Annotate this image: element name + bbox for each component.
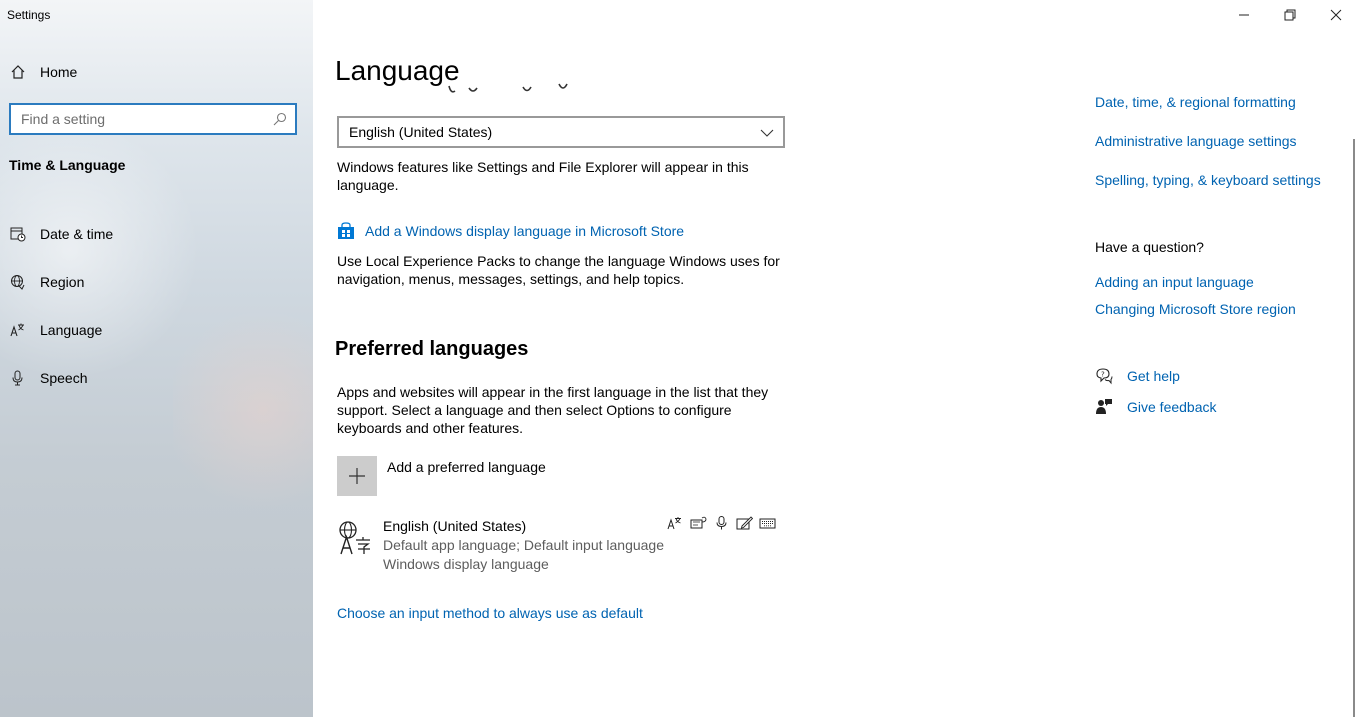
feedback-icon [1095, 398, 1113, 416]
chevron-down-icon [760, 126, 774, 140]
language-feature-icons [667, 516, 776, 530]
sidebar-item-speech[interactable]: Speech [0, 354, 313, 402]
display-language-description: Windows features like Settings and File … [337, 159, 749, 193]
minimize-icon [1239, 14, 1249, 16]
display-language-value: English (United States) [349, 124, 493, 140]
changing-store-region-link[interactable]: Changing Microsoft Store region [1095, 301, 1296, 317]
nav-home-label: Home [40, 64, 78, 80]
scrolled-heading-remnant [337, 78, 577, 94]
search-box[interactable] [9, 103, 297, 135]
keyboard-icon [759, 516, 776, 530]
preferred-languages-description: Apps and websites will appear in the fir… [337, 384, 769, 436]
add-preferred-language-label: Add a preferred language [387, 459, 546, 475]
get-help-link[interactable]: ? Get help [1095, 367, 1180, 385]
sidebar-item-region[interactable]: Region [0, 258, 313, 306]
sidebar-item-label: Speech [40, 370, 88, 386]
display-language-dropdown[interactable]: English (United States) [337, 116, 785, 148]
search-input[interactable] [11, 105, 295, 133]
sidebar-item-language[interactable]: Language [0, 306, 313, 354]
give-feedback-label: Give feedback [1127, 399, 1217, 415]
globe-icon [10, 274, 26, 290]
get-help-icon: ? [1095, 367, 1113, 385]
give-feedback-link[interactable]: Give feedback [1095, 398, 1217, 416]
restore-button[interactable] [1267, 0, 1313, 30]
store-icon [337, 222, 355, 240]
minimize-button[interactable] [1221, 0, 1267, 30]
svg-text:?: ? [1101, 371, 1105, 379]
administrative-language-link[interactable]: Administrative language settings [1095, 133, 1297, 149]
spelling-typing-keyboard-link[interactable]: Spelling, typing, & keyboard settings [1095, 172, 1321, 188]
restore-icon [1284, 9, 1296, 21]
speech-recognition-icon [713, 516, 730, 530]
list-item[interactable]: English (United States) Default app lang… [337, 515, 782, 577]
get-help-label: Get help [1127, 368, 1180, 384]
text-to-speech-icon [690, 516, 707, 530]
sidebar-item-label: Language [40, 322, 103, 338]
sidebar: Settings Home Time & Language Date & tim… [0, 0, 313, 717]
preferred-languages-heading: Preferred languages [335, 338, 529, 360]
display-language-icon [667, 516, 684, 530]
search-icon[interactable] [273, 112, 287, 126]
store-link-label: Add a Windows display language in Micros… [365, 223, 685, 239]
default-input-method-link[interactable]: Choose an input method to always use as … [337, 605, 643, 621]
plus-icon [337, 456, 377, 496]
home-icon [10, 64, 26, 80]
date-time-formatting-link[interactable]: Date, time, & regional formatting [1095, 94, 1296, 110]
language-detail: Windows display language [383, 556, 549, 572]
app-title: Settings [7, 8, 51, 22]
language-detail: Default app language; Default input lang… [383, 537, 664, 553]
question-heading: Have a question? [1095, 239, 1204, 255]
nav-home[interactable]: Home [10, 60, 77, 84]
add-preferred-language-button[interactable]: Add a preferred language [337, 456, 546, 496]
language-pack-icon [337, 519, 373, 555]
window-controls [1221, 0, 1359, 30]
close-button[interactable] [1313, 0, 1359, 30]
microphone-icon [10, 370, 26, 386]
sidebar-item-label: Region [40, 274, 85, 290]
language-icon [10, 322, 26, 338]
store-description: Use Local Experience Packs to change the… [337, 253, 780, 287]
sidebar-item-label: Date & time [40, 226, 114, 242]
adding-input-language-link[interactable]: Adding an input language [1095, 274, 1254, 290]
date-time-icon [10, 226, 26, 242]
nav-list: Date & time Region Language Speech [0, 210, 313, 402]
language-name: English (United States) [383, 518, 527, 534]
scrollbar[interactable] [1353, 139, 1355, 717]
close-icon [1330, 9, 1342, 21]
handwriting-icon [736, 516, 753, 530]
sidebar-item-date-time[interactable]: Date & time [0, 210, 313, 258]
section-title: Time & Language [9, 157, 126, 173]
store-language-link[interactable]: Add a Windows display language in Micros… [337, 222, 684, 240]
